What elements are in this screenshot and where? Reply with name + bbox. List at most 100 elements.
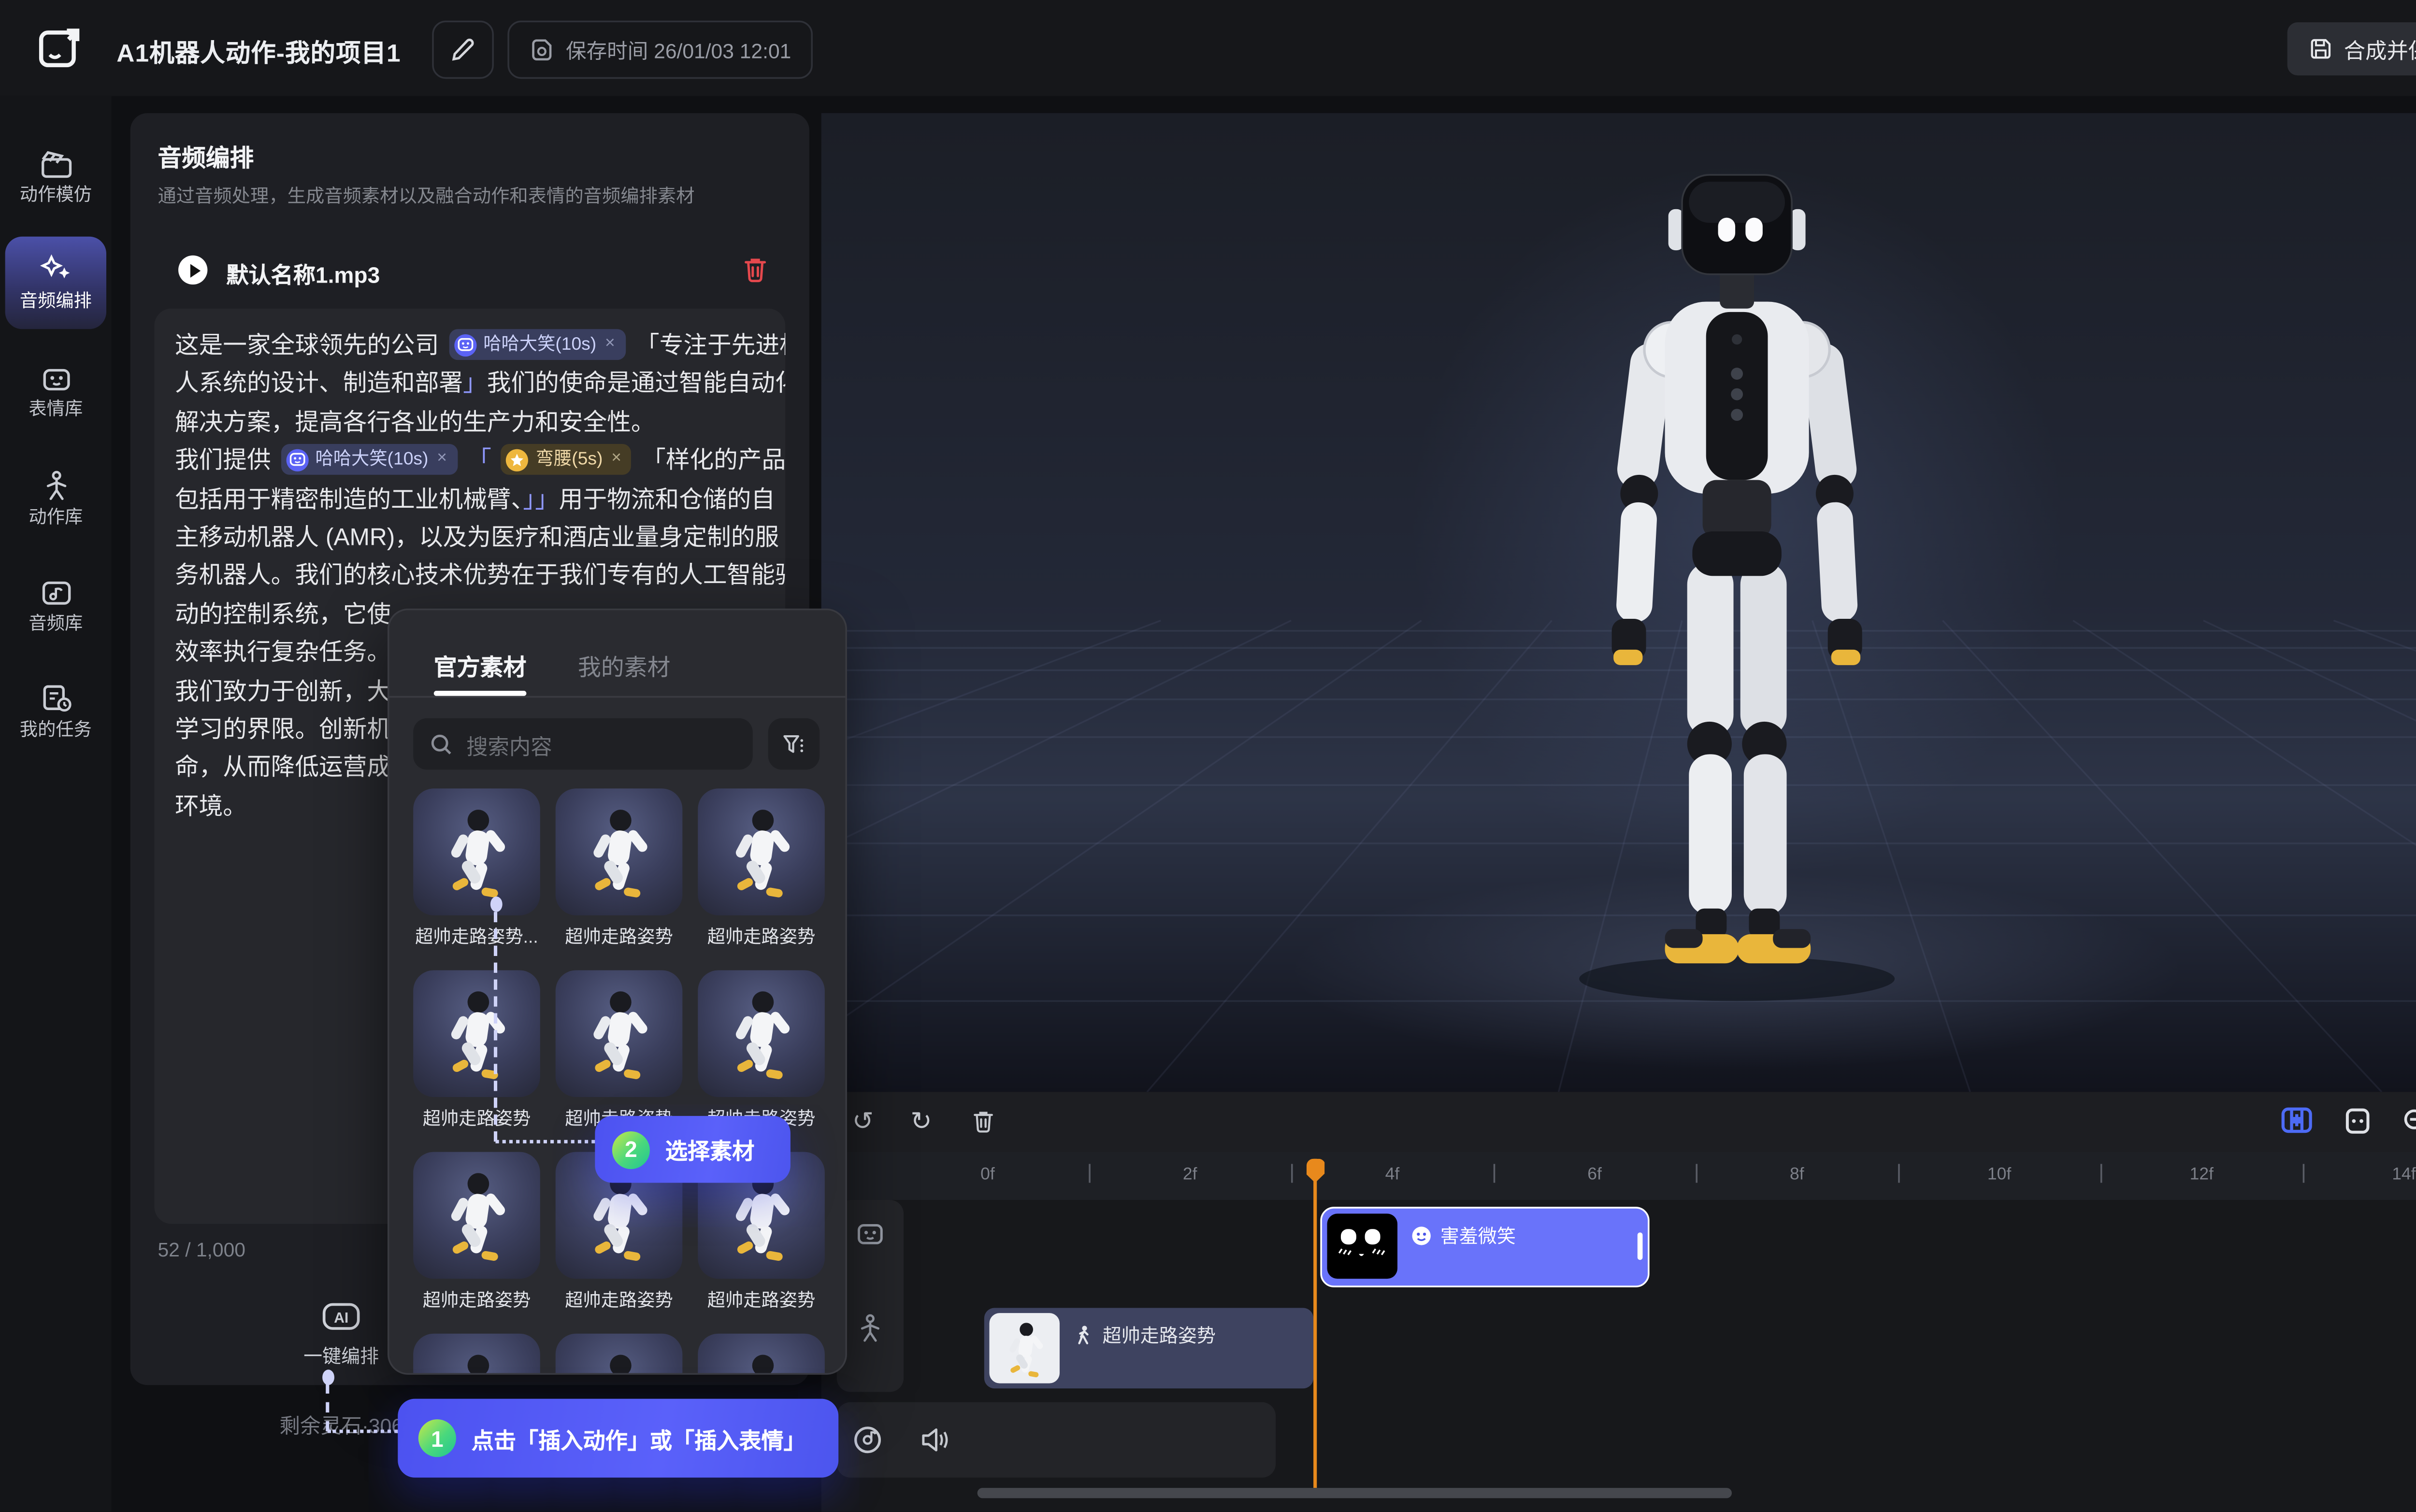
- music-icon: [39, 577, 73, 608]
- guide-step-1: 1 点击「插入动作」或「插入表情」: [398, 1399, 838, 1478]
- filter-button[interactable]: [768, 718, 820, 770]
- robot-face-icon: [39, 366, 73, 395]
- playhead[interactable]: [1313, 1159, 1317, 1488]
- app-logo-icon: [38, 26, 82, 70]
- asset-card[interactable]: 超帅走路姿势: [698, 970, 825, 1131]
- project-title: A1机器人动作-我的项目1: [116, 34, 401, 71]
- ruler-tick: [1494, 1164, 1496, 1183]
- sparkles-icon: [39, 254, 73, 286]
- transcript-line: 人系统的设计、制造和部署」我们的使命是通过智能自动化: [175, 364, 765, 402]
- audio-play-button[interactable]: [178, 256, 207, 285]
- remove-tag-button[interactable]: ×: [437, 441, 447, 480]
- sidebar-item-action-library[interactable]: 动作库: [5, 453, 106, 545]
- expression-tag[interactable]: 哈哈大笑(10s) ×: [449, 329, 625, 360]
- audio-file-row: 默认名称1.mp3: [158, 250, 782, 291]
- action-clip[interactable]: 超帅走路姿势: [984, 1308, 1313, 1389]
- smiley-icon: [1411, 1226, 1432, 1246]
- delete-clip-button[interactable]: [972, 1109, 994, 1133]
- ruler-tick: [1089, 1164, 1091, 1183]
- svg-text:AI: AI: [334, 1310, 348, 1326]
- timeline-scrollbar[interactable]: [978, 1488, 1732, 1498]
- floppy-icon: [2310, 38, 2332, 60]
- zoom-out-button[interactable]: [2402, 1107, 2416, 1135]
- sidebar: 动作模仿 音频编排 表情库 动作库 音频库 我的任务: [0, 96, 112, 1512]
- guide-dot-2: [490, 897, 503, 912]
- remaining-stones-label: 剩余灵石·306: [279, 1411, 403, 1440]
- asset-card[interactable]: 超帅走路姿势: [413, 1152, 540, 1313]
- guide-step-2: 2 选择素材: [595, 1116, 791, 1183]
- viewport-3d[interactable]: Z Y X: [821, 113, 2416, 1092]
- sidebar-item-motion-mimic[interactable]: 动作模仿: [5, 130, 106, 223]
- ruler-frame-label: 2f: [1183, 1166, 1197, 1184]
- asset-card[interactable]: 超帅走路姿势: [413, 970, 540, 1131]
- asset-card[interactable]: 超帅走路姿势...: [413, 788, 540, 950]
- asset-thumbnail: [413, 788, 540, 915]
- redo-button[interactable]: ↻: [910, 1107, 932, 1136]
- transcript-line: 这是一家全球领先的公司 哈哈大笑(10s) × 「专注于先进机器: [175, 326, 765, 364]
- guide-line-1-vertical: [326, 1384, 329, 1431]
- expression-tag[interactable]: 哈哈大笑(10s) ×: [281, 445, 458, 476]
- undo-button[interactable]: ↺: [852, 1107, 874, 1136]
- search-input[interactable]: 搜索内容: [413, 718, 753, 770]
- asset-label: 超帅走路姿势: [413, 1106, 540, 1131]
- ruler-frame-label: 12f: [2190, 1166, 2214, 1184]
- transcript-line: 包括用于精密制造的工业机械臂、」」用于物流和仓储的自: [175, 479, 765, 517]
- rename-button[interactable]: [432, 21, 494, 79]
- ruler-frame-label: 4f: [1385, 1166, 1400, 1184]
- asset-card[interactable]: [556, 1334, 683, 1375]
- action-thumbnail: [989, 1313, 1059, 1383]
- timeline-ruler[interactable]: 0f2f4f6f8f10f12f14f16f: [821, 1152, 2416, 1200]
- asset-label: 超帅走路姿势: [556, 1287, 683, 1313]
- tab-official-assets[interactable]: 官方素材: [434, 648, 527, 682]
- save-time-badge: 保存时间 26/01/03 12:01: [507, 21, 813, 79]
- clip-trim-handle-right[interactable]: [1638, 1232, 1643, 1260]
- audio-disc-icon[interactable]: [852, 1425, 883, 1455]
- speaker-icon[interactable]: [919, 1425, 950, 1455]
- asset-card[interactable]: [698, 1334, 825, 1375]
- guide-step-2-number: 2: [612, 1130, 650, 1168]
- remove-tag-button[interactable]: ×: [605, 326, 615, 365]
- guide-step-1-number: 1: [418, 1419, 456, 1457]
- ruler-tick: [1898, 1164, 1900, 1183]
- transcript-line: 主移动机器人 (AMR)，以及为医疗和酒店业量身定制的服: [175, 517, 765, 556]
- asset-card[interactable]: 超帅走路姿势: [698, 788, 825, 950]
- asset-card[interactable]: [413, 1334, 540, 1375]
- sidebar-item-audio-library[interactable]: 音频库: [5, 559, 106, 652]
- sidebar-item-audio-arrange[interactable]: 音频编排: [5, 237, 106, 329]
- guide-dot-1: [322, 1369, 334, 1385]
- tab-my-assets[interactable]: 我的素材: [578, 648, 671, 682]
- sidebar-item-expression-library[interactable]: 表情库: [5, 346, 106, 439]
- clapperboard-icon: [39, 149, 73, 180]
- expression-tag-icon: [454, 334, 476, 356]
- app-root: A1机器人动作-我的项目1 保存时间 26/01/03 12:01 合成并保存 …: [0, 0, 2416, 1512]
- transcript-line: 我们提供 哈哈大笑(10s) × 「 弯腰(5s) × 「样化的产品组合，: [175, 441, 765, 479]
- asset-card[interactable]: 超帅走路姿势: [556, 970, 683, 1131]
- asset-thumbnail: [413, 970, 540, 1097]
- robot-3d-render: [821, 113, 2416, 1092]
- ruler-tick: [2100, 1164, 2102, 1183]
- ruler-frame-label: 8f: [1790, 1166, 1804, 1184]
- insert-clip-button[interactable]: [2281, 1106, 2313, 1135]
- action-tag[interactable]: 弯腰(5s) ×: [502, 445, 632, 476]
- asset-label: 超帅走路姿势: [698, 924, 825, 950]
- asset-picker-popup: 官方素材 我的素材 搜索内容 超帅走路姿势...超帅走路姿势超帅走路姿势超帅走路…: [388, 609, 847, 1375]
- ruler-tick: [2303, 1164, 2305, 1183]
- char-counter: 52 / 1,000: [158, 1241, 245, 1262]
- remove-tag-button[interactable]: ×: [611, 441, 621, 480]
- delete-audio-button[interactable]: [743, 256, 768, 283]
- expression-clip[interactable]: 害羞微笑: [1320, 1207, 1649, 1287]
- sidebar-item-my-tasks[interactable]: 我的任务: [5, 665, 106, 758]
- synthesize-save-button[interactable]: 合成并保存: [2287, 22, 2416, 75]
- asset-label: 超帅走路姿势: [413, 1287, 540, 1313]
- one-click-arrange-button[interactable]: AI 一键编排: [291, 1299, 391, 1375]
- asset-label: 超帅走路姿势...: [413, 924, 540, 950]
- asset-thumbnail: [698, 970, 825, 1097]
- filter-icon: [782, 733, 806, 755]
- preview-frames-button[interactable]: [2344, 1107, 2372, 1135]
- save-icon: [530, 38, 554, 62]
- ruler-tick: [1291, 1164, 1293, 1183]
- asset-card[interactable]: 超帅走路姿势: [556, 788, 683, 950]
- tasks-icon: [39, 683, 73, 715]
- asset-label: 超帅走路姿势: [698, 1287, 825, 1313]
- transcript-line: 务机器人。我们的核心技术优势在于我们专有的人工智能驱: [175, 556, 765, 594]
